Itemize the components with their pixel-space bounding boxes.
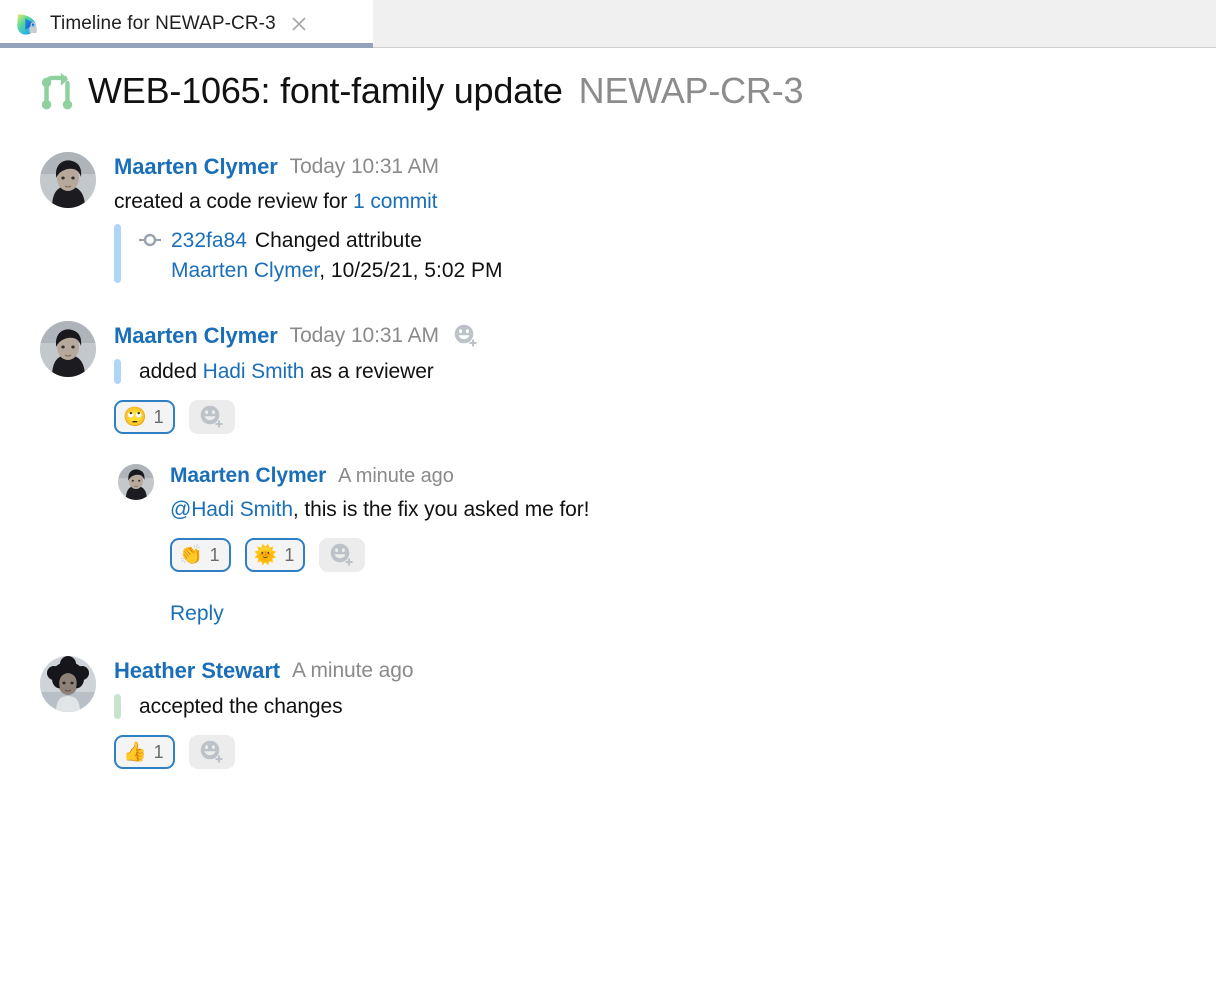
add-reaction-icon: [200, 740, 223, 763]
quote-bar: [114, 359, 121, 384]
add-reaction-icon: [200, 405, 223, 428]
merge-branch-icon: [41, 72, 73, 110]
event-timestamp: A minute ago: [338, 464, 454, 487]
event-meta: Heather Stewart A minute ago: [114, 658, 1216, 684]
event-meta: Maarten Clymer A minute ago: [170, 464, 1216, 488]
event-action-prefix: added: [139, 360, 203, 383]
sun-with-face-icon: 🌞: [253, 544, 278, 566]
timeline-event-accepted: Heather Stewart A minute ago accepted th…: [0, 656, 1216, 769]
timeline-event-added-reviewer: Maarten Clymer Today 10:31 AM added Hadi…: [0, 321, 1216, 434]
reactions-bar: 🙄 1: [114, 400, 1216, 434]
commit-count-link[interactable]: 1 commit: [353, 190, 437, 213]
reply-button[interactable]: Reply: [170, 602, 224, 626]
reviewer-quote-block: added Hadi Smith as a reviewer: [114, 359, 1216, 384]
face-with-rolling-eyes-icon: 🙄: [123, 406, 147, 428]
event-timestamp: Today 10:31 AM: [289, 324, 439, 347]
event-action-suffix: as a reviewer: [304, 360, 434, 383]
commit-date: , 10/25/21, 5:02 PM: [319, 259, 503, 282]
event-author[interactable]: Maarten Clymer: [114, 323, 278, 349]
tab-active-indicator: [0, 43, 373, 48]
avatar-heather-stewart: [40, 656, 96, 712]
tab-title: Timeline for NEWAP-CR-3: [50, 12, 276, 34]
reaction-chip-face-with-rolling-eyes[interactable]: 🙄 1: [114, 400, 175, 434]
reviewer-link[interactable]: Hadi Smith: [203, 360, 305, 383]
event-author[interactable]: Heather Stewart: [114, 658, 280, 684]
add-reaction-button[interactable]: [188, 400, 235, 434]
clapping-hands-icon: 👏: [179, 544, 203, 566]
quote-bar: [114, 224, 121, 283]
add-reaction-button[interactable]: [188, 735, 235, 769]
mention-link[interactable]: @Hadi Smith: [170, 498, 293, 521]
avatar-maarten-clymer: [40, 321, 96, 377]
reaction-count: 1: [284, 544, 295, 565]
comment-rest: , this is the fix you asked me for!: [292, 498, 590, 521]
page-header: WEB-1065: font-family update NEWAP-CR-3: [0, 48, 1216, 112]
event-author[interactable]: Maarten Clymer: [170, 464, 326, 488]
review-key: NEWAP-CR-3: [578, 70, 804, 111]
page-title: WEB-1065: font-family update: [88, 70, 563, 111]
avatar[interactable]: [40, 656, 96, 712]
avatar[interactable]: [40, 152, 96, 208]
reaction-chip-sun-with-face[interactable]: 🌞 1: [244, 538, 306, 572]
close-icon[interactable]: [288, 13, 310, 35]
quote-bar: [114, 694, 121, 719]
avatar-maarten-clymer: [40, 152, 96, 208]
tab-strip: Timeline for NEWAP-CR-3: [0, 0, 1216, 48]
avatar[interactable]: [40, 321, 96, 377]
commit-author-date: Maarten Clymer, 10/25/21, 5:02 PM: [171, 259, 503, 283]
event-author[interactable]: Maarten Clymer: [114, 154, 278, 180]
thumbs-up-icon: 👍: [123, 741, 147, 763]
event-meta: Maarten Clymer Today 10:31 AM: [114, 154, 1216, 180]
avatar[interactable]: [118, 464, 154, 500]
reaction-chip-clapping-hands[interactable]: 👏 1: [170, 538, 231, 572]
reaction-count: 1: [209, 544, 220, 565]
reactions-bar: 👏 1 🌞 1: [170, 538, 1216, 572]
add-reaction-icon[interactable]: [453, 323, 479, 349]
reaction-chip-thumbs-up[interactable]: 👍 1: [114, 735, 175, 769]
tab-timeline[interactable]: Timeline for NEWAP-CR-3: [0, 0, 373, 47]
accepted-quote-block: accepted the changes: [114, 694, 1216, 719]
event-timestamp: A minute ago: [292, 659, 414, 682]
timeline-event-created-review: Maarten Clymer Today 10:31 AM created a …: [0, 152, 1216, 283]
commit-author-link[interactable]: Maarten Clymer: [171, 259, 319, 282]
event-timestamp: Today 10:31 AM: [289, 155, 439, 178]
add-reaction-icon: [331, 543, 353, 566]
timeline-event-comment: Maarten Clymer A minute ago @Hadi Smith,…: [0, 464, 1216, 626]
comment-text: @Hadi Smith, this is the fix you asked m…: [170, 498, 1216, 522]
commit-quote-block: 232fa84 Changed attribute Maarten Clymer…: [114, 224, 1216, 283]
commit-hash-link[interactable]: 232fa84: [171, 229, 247, 253]
event-meta: Maarten Clymer Today 10:31 AM: [114, 323, 1216, 349]
commit-icon: [139, 233, 161, 247]
avatar-maarten-clymer: [118, 464, 154, 500]
event-action-text: created a code review for: [114, 190, 354, 213]
commit-message: Changed attribute: [254, 229, 422, 252]
event-action: created a code review for 1 commit: [114, 190, 1216, 214]
add-reaction-button[interactable]: [319, 538, 366, 572]
app-logo-icon: [17, 13, 37, 35]
timeline: Maarten Clymer Today 10:31 AM created a …: [0, 112, 1216, 769]
reaction-count: 1: [153, 741, 164, 762]
event-action: added Hadi Smith as a reviewer: [139, 360, 434, 384]
reaction-count: 1: [153, 406, 164, 427]
reactions-bar: 👍 1: [114, 735, 1216, 769]
commit-row: 232fa84 Changed attribute: [139, 225, 503, 253]
event-action: accepted the changes: [139, 695, 343, 718]
